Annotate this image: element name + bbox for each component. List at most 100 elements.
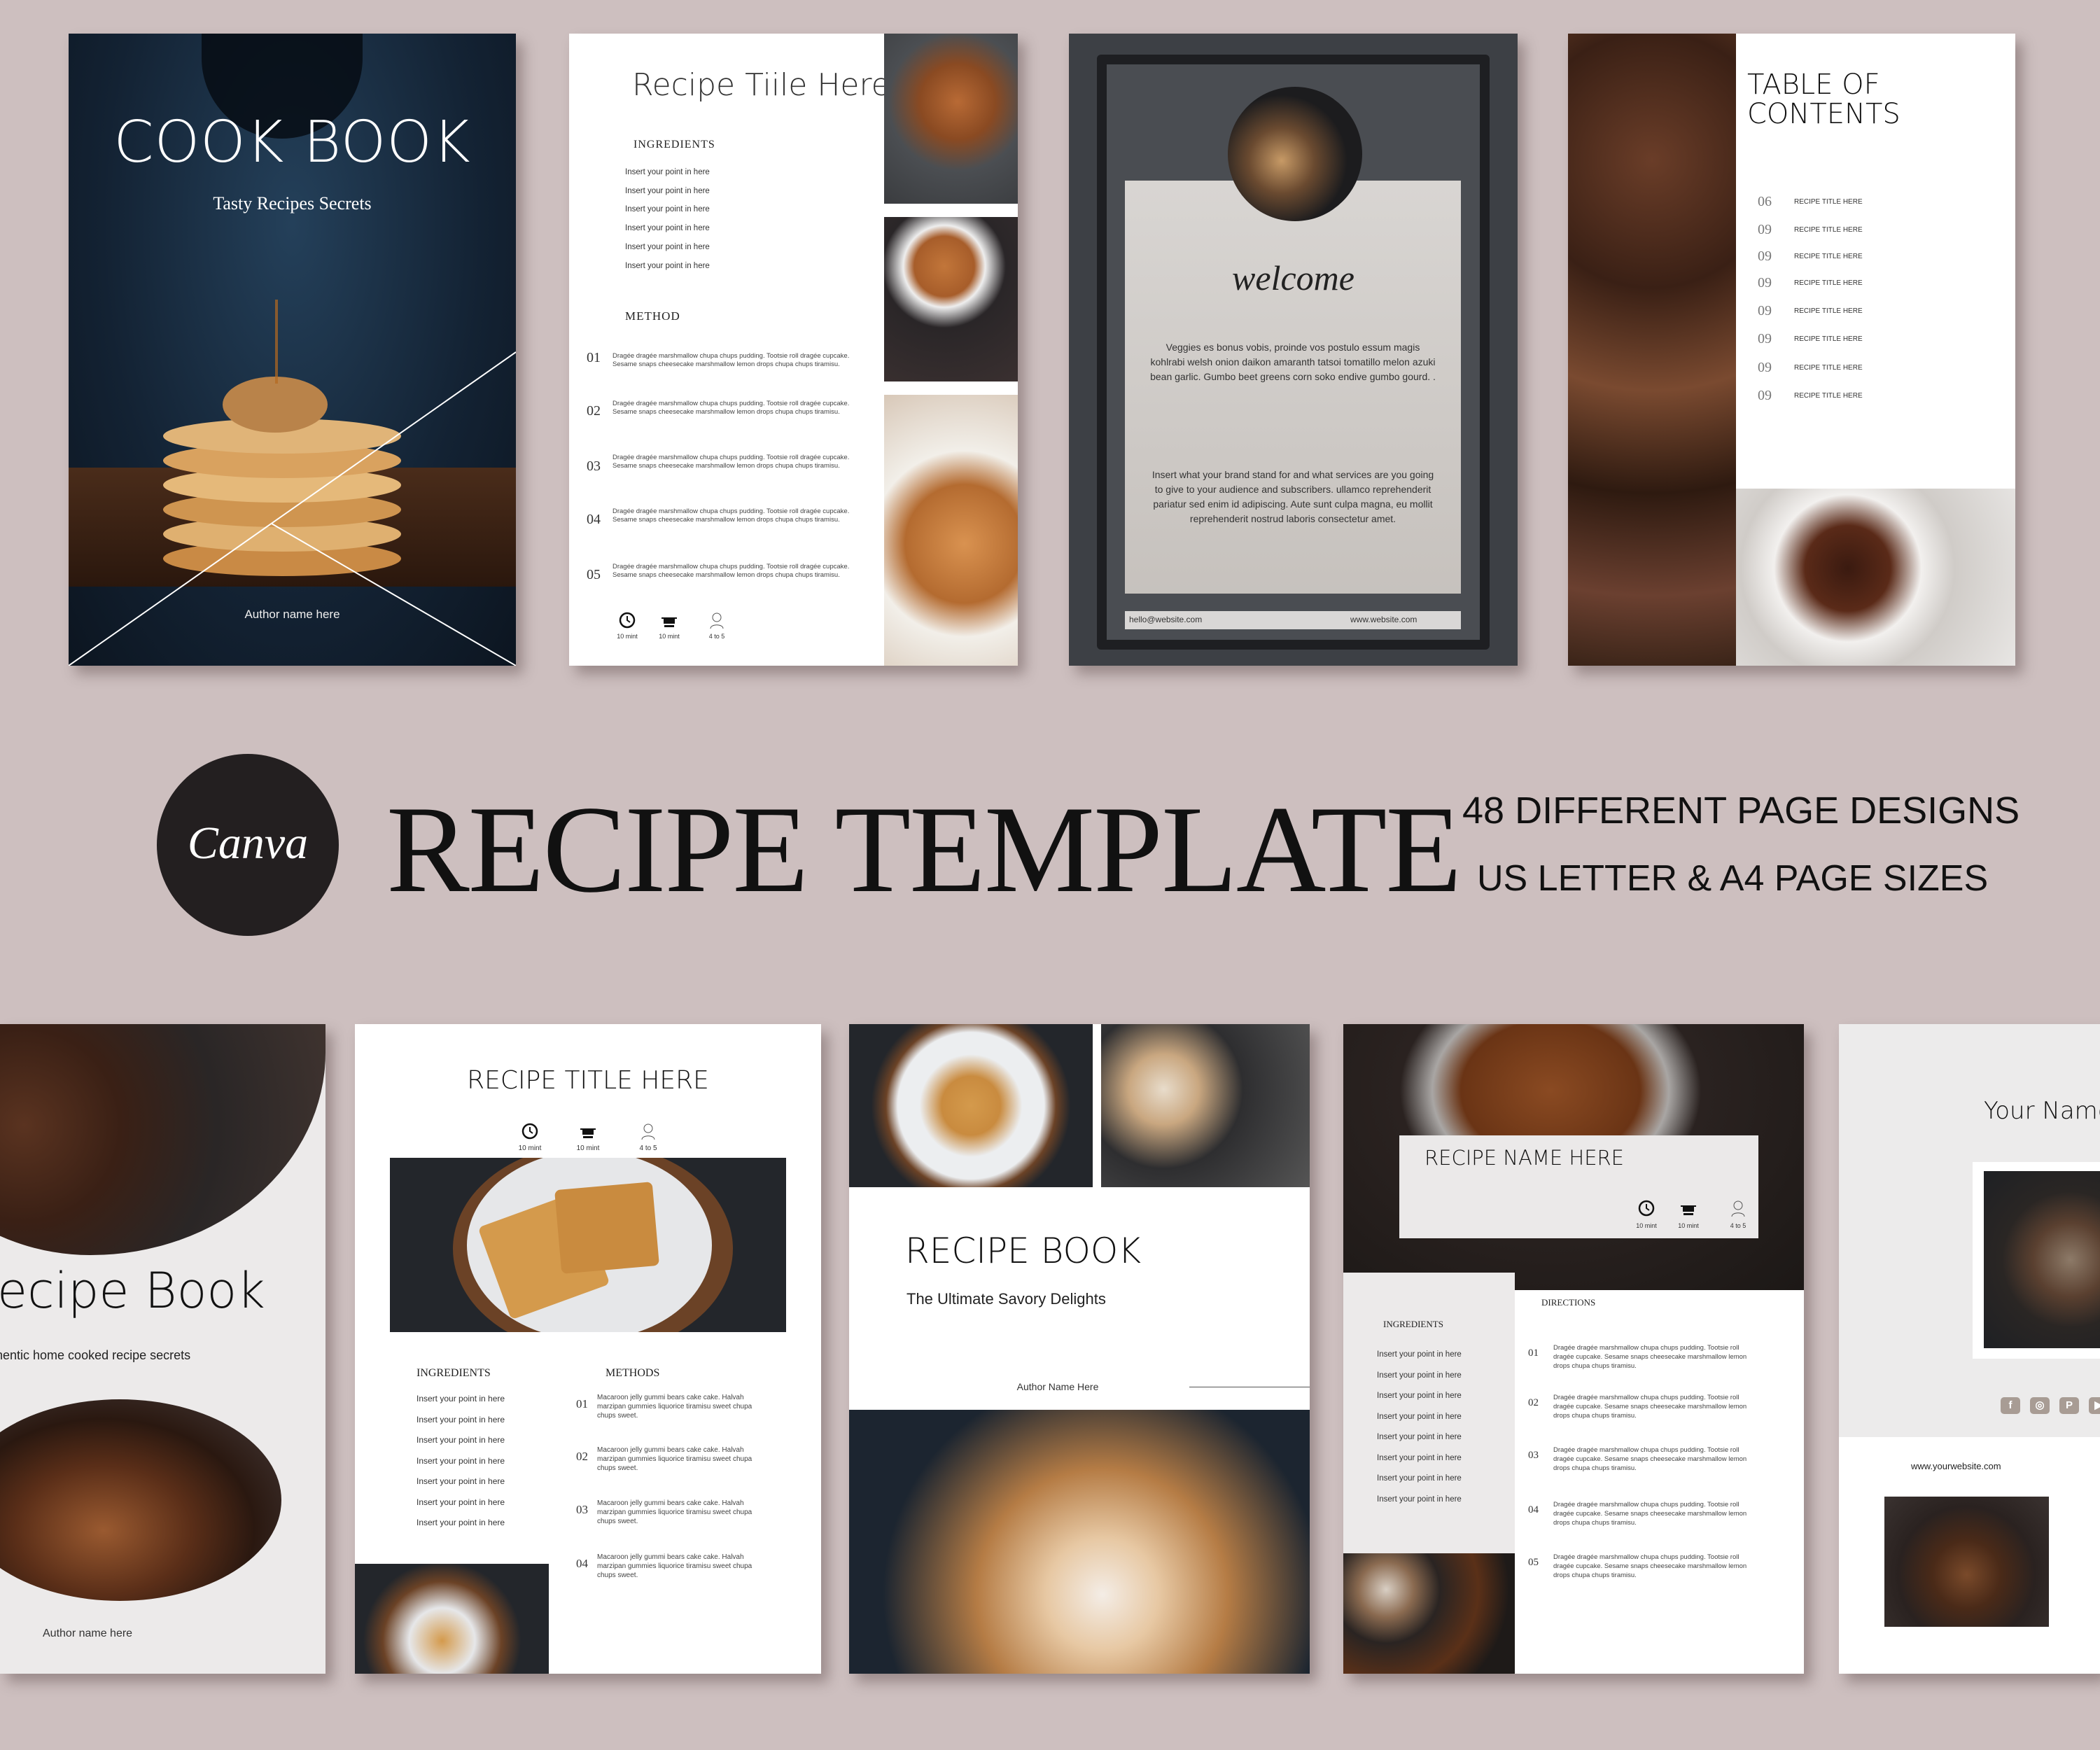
step-number: 03 [587,458,601,474]
pinterest-icon[interactable]: P [2059,1397,2079,1414]
cookies-image [1568,34,1736,666]
ingredient-item: Insert your point in here [416,1414,505,1424]
pie-recipe-page: RECIPE NAME HERE 10 mint 10 mint 4 to 5 … [1343,1024,1804,1674]
step-text: Macaroon jelly gummi bears cake cake. Ha… [597,1499,752,1525]
ingredient-item: Insert your point in here [1377,1350,1462,1359]
ingredient-item: Insert your point in here [625,243,710,251]
welcome-paragraph-1: Veggies es bonus vobis, proinde vos post… [1150,342,1436,382]
feature-page-sizes: US LETTER & A4 PAGE SIZES [1477,858,1989,899]
cook-time-label: 10 mint [576,1144,600,1152]
ingredient-item: Insert your point in here [1377,1371,1462,1380]
person-icon [710,612,724,629]
ingredient-item: Insert your point in here [1377,1494,1462,1504]
muffin-image [0,1024,326,1255]
facebook-icon[interactable]: f [2001,1397,2020,1414]
ingredients-heading: INGREDIENTS [1383,1319,1443,1329]
clock-icon [522,1123,538,1140]
ingredient-item: Insert your point in here [416,1394,505,1404]
ingredient-item: Insert your point in here [1377,1474,1462,1483]
step-number: 03 [1528,1450,1539,1461]
step-text: Dragée dragée marshmallow chupa chups pu… [612,507,850,524]
step-text: Dragée dragée marshmallow chupa chups pu… [612,454,850,470]
step-text: Dragée dragée marshmallow chupa chups pu… [1553,1501,1747,1527]
clock-icon [1638,1200,1655,1217]
email-text: hello@website.com [1129,615,1203,624]
lava-cake-image [1736,489,2015,666]
cook-time-label: 10 mint [1678,1222,1699,1229]
toc-item-label: RECIPE TITLE HERE [1794,335,1863,343]
ingredients-heading: INGREDIENTS [634,139,715,150]
ingredient-item: Insert your point in here [416,1476,505,1486]
step-text: Dragée dragée marshmallow chupa chups pu… [612,400,850,416]
ingredient-item: Insert your point in here [416,1497,505,1507]
waffle-plate-image [849,1024,1093,1187]
feature-page-designs: 48 DIFFERENT PAGE DESIGNS [1462,790,2020,832]
about-page: Your Name f ◎ P ▶ www.yourwebsite.com [1839,1024,2100,1674]
bundt-cakes-image [849,1410,1310,1674]
pumpkin-pie-image [884,217,1018,382]
step-text: Dragée dragée marshmallow chupa chups pu… [612,563,850,579]
toc-page-number: 09 [1758,331,1772,346]
your-name-title: Your Name [1984,1097,2100,1125]
step-number: 04 [587,512,601,527]
cooking-pot-icon [580,1128,596,1138]
step-number: 01 [587,350,601,365]
cake-slice-image [1884,1497,2049,1627]
step-number: 05 [587,567,601,582]
step-text: Macaroon jelly gummi bears cake cake. Ha… [597,1446,752,1472]
ingredient-item: Insert your point in here [1377,1453,1462,1462]
toc-title-line-1: TABLE OF [1747,69,1880,101]
toc-page-number: 09 [1758,303,1772,318]
waffle-recipe-title: RECIPE TITLE HERE [467,1066,709,1095]
toc-page-number: 09 [1758,248,1772,264]
ingredient-item: Insert your point in here [625,224,710,232]
toc-item-label: RECIPE TITLE HERE [1794,226,1863,234]
step-text: Dragée dragée marshmallow chupa chups pu… [612,352,850,368]
bread-photo-circle [1228,87,1362,221]
recipe-page: Recipe Tiile Here INGREDIENTS Insert you… [569,34,1018,666]
toc-page-number: 09 [1758,222,1772,237]
step-text: Dragée dragée marshmallow chupa chups pu… [1553,1394,1747,1420]
table-of-contents-page: TABLE OF CONTENTS 06 RECIPE TITLE HERE 09 R… [1568,34,2015,666]
waffle-recipe-page: RECIPE TITLE HERE 10 mint 10 mint 4 to 5… [355,1024,821,1674]
toc-title-line-2: CONTENTS [1747,98,1900,130]
diagonal-lines-decoration [69,351,516,666]
text-panel [1125,181,1461,594]
step-number: 01 [1528,1348,1539,1359]
dessert-table-image [1101,1024,1310,1187]
youtube-icon[interactable]: ▶ [2089,1397,2100,1414]
ingredients-heading: INGREDIENTS [416,1367,491,1379]
step-text: Dragée dragée marshmallow chupa chups pu… [1553,1446,1747,1472]
welcome-paragraph-2: Insert what your brand stand for and wha… [1152,469,1434,524]
step-number: 01 [576,1397,588,1410]
ingredient-item: Insert your point in here [625,168,710,176]
toc-page-number: 09 [1758,360,1772,375]
person-icon [641,1124,655,1140]
ingredient-item: Insert your point in here [416,1435,505,1445]
bread-loaf-image [1984,1171,2100,1348]
step-text: Macaroon jelly gummi bears cake cake. Ha… [597,1553,752,1579]
waffles-image [390,1158,786,1332]
website-text: www.website.com [1350,615,1418,624]
step-number: 02 [587,403,601,419]
pie-recipe-title: RECIPE NAME HERE [1424,1146,1625,1170]
canva-logo-badge: Canva [157,754,339,936]
chocolate-cake-image [0,1399,281,1601]
toc-item-label: RECIPE TITLE HERE [1794,364,1863,372]
clock-icon [619,612,636,629]
ingredient-item: Insert your point in here [1377,1412,1462,1421]
servings-label: 4 to 5 [639,1144,657,1152]
toc-item-label: RECIPE TITLE HERE [1794,279,1863,287]
recipe-book-author: Author Name Here [1016,1381,1099,1392]
toc-page-number: 06 [1758,194,1772,209]
cover-author: Author name here [244,608,340,621]
directions-heading: DIRECTIONS [1541,1297,1596,1308]
recipe-book-cover-page: ecipe Book hentic home cooked recipe sec… [0,1024,326,1674]
flour-bowl-image [1343,1553,1515,1674]
step-number: 03 [576,1503,588,1516]
instagram-icon[interactable]: ◎ [2030,1397,2050,1414]
step-number: 02 [576,1450,588,1463]
recipe-book-title: RECIPE BOOK [905,1231,1141,1271]
prep-time-label: 10 mint [1636,1222,1657,1229]
ingredient-item: Insert your point in here [625,205,710,214]
